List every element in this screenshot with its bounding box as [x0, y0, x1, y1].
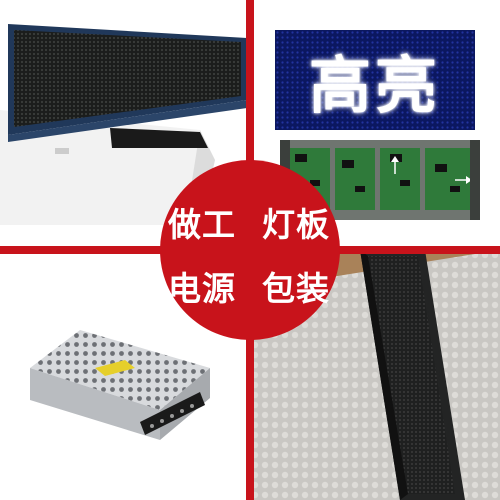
- center-circle: [160, 160, 340, 340]
- product-collage: 高亮 做工 灯板 电源 包装: [0, 0, 500, 500]
- label-led-board: 灯板: [262, 205, 330, 244]
- led-module-text: 高亮: [308, 49, 441, 122]
- label-craftsmanship: 做工: [168, 205, 236, 244]
- panel-led-module-lit: 高亮: [275, 30, 475, 130]
- label-power-supply: 电源: [168, 269, 236, 308]
- label-packaging: 包装: [262, 269, 330, 308]
